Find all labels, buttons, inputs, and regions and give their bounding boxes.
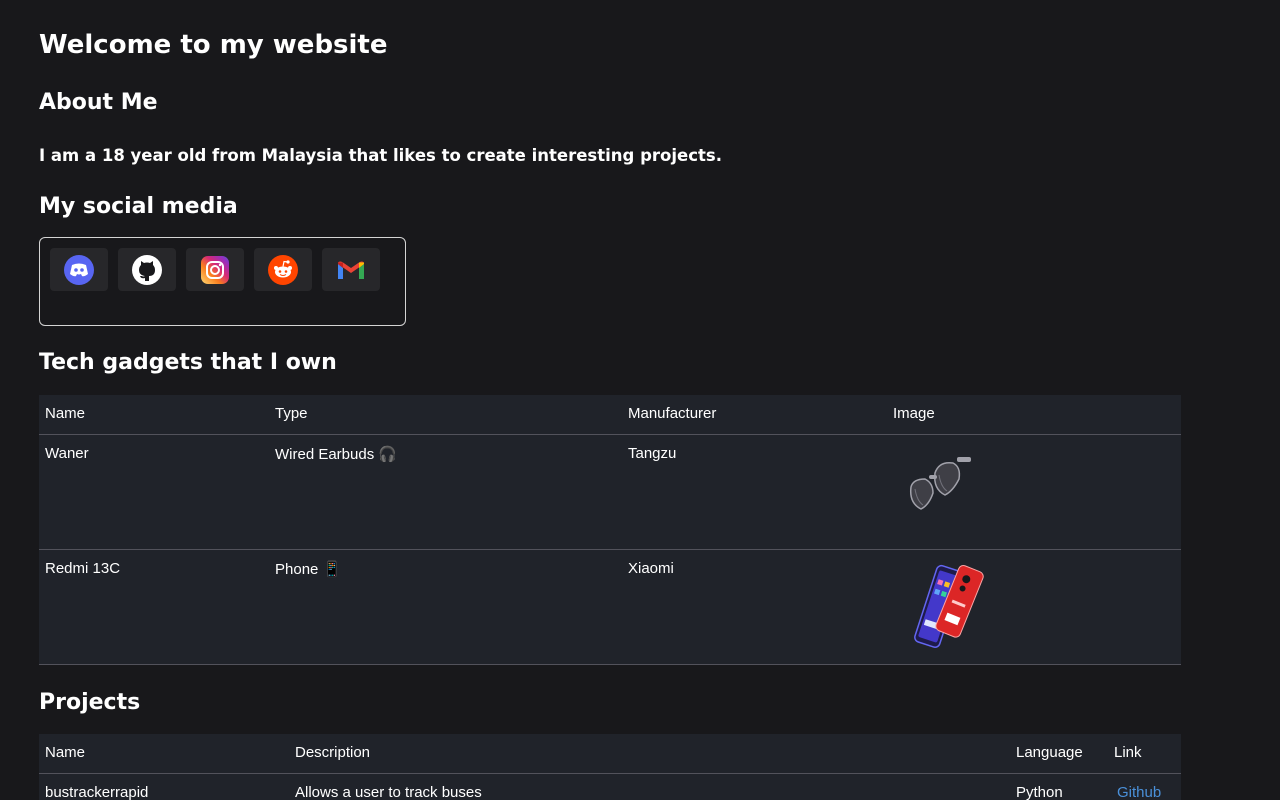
gadget-type: Phone 📱 [275,560,342,578]
column-header: Name [45,405,86,422]
column-header: Image [893,405,935,422]
about-text: I am a 18 year old from Malaysia that li… [39,146,722,165]
gadget-image-cell [887,434,1181,549]
page-title: Welcome to my website [39,30,388,60]
discord-button[interactable] [50,248,108,291]
gadget-manufacturer: Tangzu [628,444,677,462]
project-language: Python [1016,783,1063,800]
column-header: Type [275,405,308,422]
discord-icon [64,254,94,285]
instagram-button[interactable] [186,248,244,291]
gadget-image-cell [887,549,1181,664]
gadget-name: Redmi 13C [45,559,121,577]
github-button[interactable] [118,248,176,291]
column-header: Manufacturer [628,405,717,422]
table-row: Redmi 13C Phone 📱 Xiaomi [39,549,1181,664]
github-icon [132,254,162,285]
table-row: bustrackerrapid Allows a user to track b… [39,773,1181,800]
table-header-row: Name Description Language Link [39,734,1181,773]
column-header: Name [45,744,86,761]
page: Welcome to my website About Me I am a 18… [0,0,1280,800]
projects-table: Name Description Language Link bustracke… [39,734,1181,800]
social-heading: My social media [39,194,238,219]
gadget-type: Wired Earbuds 🎧 [275,445,398,463]
column-header: Language [1016,744,1083,761]
reddit-button[interactable] [254,248,312,291]
projects-heading: Projects [39,690,141,715]
gmail-button[interactable] [322,248,380,291]
project-name: bustrackerrapid [45,783,149,800]
column-header: Link [1114,744,1142,761]
about-heading: About Me [39,90,158,115]
gadget-name: Waner [45,444,89,462]
column-header: Description [295,744,371,761]
github-link[interactable]: Github [1114,784,1161,800]
table-header-row: Name Type Manufacturer Image [39,395,1181,434]
project-description: Allows a user to track buses [295,783,482,800]
reddit-icon [268,254,298,285]
earbuds-image [909,456,971,510]
project-link-cell: Github [1108,773,1181,800]
social-media-box [39,237,406,326]
table-row: Waner Wired Earbuds 🎧 Tangzu [39,434,1181,549]
gmail-icon [338,261,364,279]
gadgets-table: Name Type Manufacturer Image Waner Wired… [39,395,1181,665]
instagram-icon [201,255,229,284]
gadget-manufacturer: Xiaomi [628,559,674,577]
gadgets-heading: Tech gadgets that I own [39,350,337,375]
phone-image [914,564,984,648]
